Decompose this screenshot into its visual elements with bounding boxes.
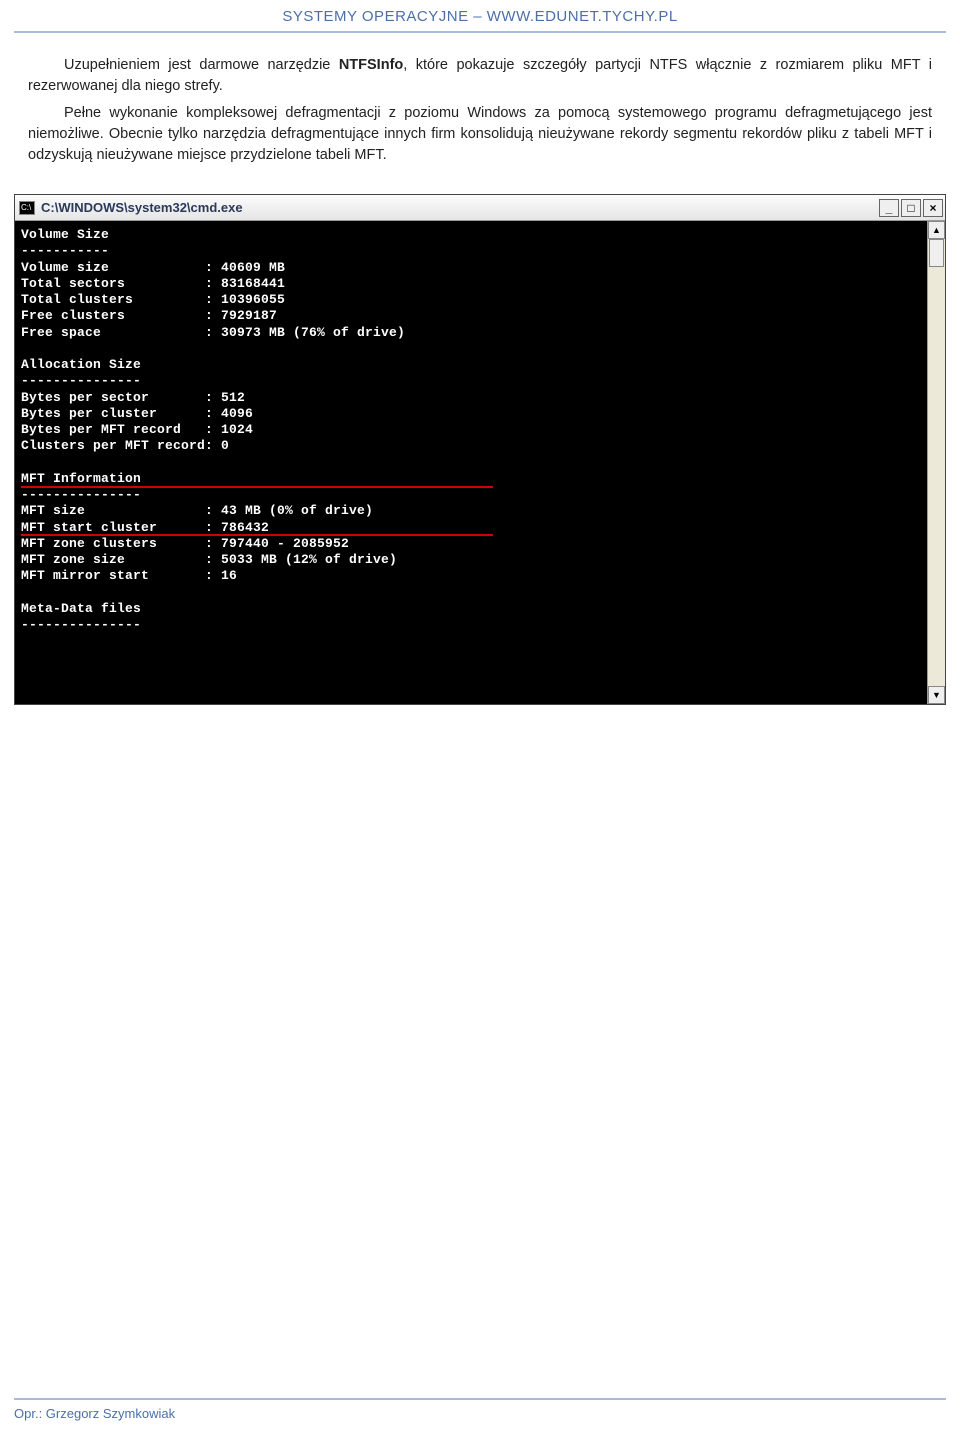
ntfsinfo-term: NTFSInfo [339, 57, 403, 73]
scroll-thumb[interactable] [929, 239, 944, 267]
paragraph-1: Uzupełnieniem jest darmowe narzędzie NTF… [28, 55, 932, 97]
page-footer: Opr.: Grzegorz Szymkowiak [14, 1398, 946, 1421]
scrollbar[interactable]: ▲ ▼ [927, 221, 945, 704]
window-title: C:\WINDOWS\system32\cmd.exe [41, 200, 879, 215]
scroll-down-button[interactable]: ▼ [928, 686, 945, 704]
cmd-icon: C:\ [19, 201, 35, 215]
window-buttons: _ □ × [879, 199, 943, 217]
footer-text: Opr.: Grzegorz Szymkowiak [14, 1406, 175, 1421]
highlight-underline-1 [21, 486, 493, 488]
p1-part-a: Uzupełnieniem jest darmowe narzędzie [64, 57, 339, 73]
paragraph-2: Pełne wykonanie kompleksowej defragmenta… [28, 103, 932, 166]
highlight-underline-2 [21, 534, 493, 536]
maximize-button[interactable]: □ [901, 199, 921, 217]
scroll-up-button[interactable]: ▲ [928, 221, 945, 239]
minimize-button[interactable]: _ [879, 199, 899, 217]
scroll-track[interactable] [928, 239, 945, 686]
close-button[interactable]: × [923, 199, 943, 217]
cmd-body-wrap: Volume Size ----------- Volume size : 40… [15, 221, 945, 704]
page-header: SYSTEMY OPERACYJNE – WWW.EDUNET.TYCHY.PL [14, 0, 946, 33]
console-output[interactable]: Volume Size ----------- Volume size : 40… [15, 221, 927, 704]
cmd-window: C:\ C:\WINDOWS\system32\cmd.exe _ □ × Vo… [14, 194, 946, 705]
header-title: SYSTEMY OPERACYJNE – WWW.EDUNET.TYCHY.PL [282, 8, 677, 25]
body-text: Uzupełnieniem jest darmowe narzędzie NTF… [0, 55, 960, 166]
window-titlebar[interactable]: C:\ C:\WINDOWS\system32\cmd.exe _ □ × [15, 195, 945, 221]
